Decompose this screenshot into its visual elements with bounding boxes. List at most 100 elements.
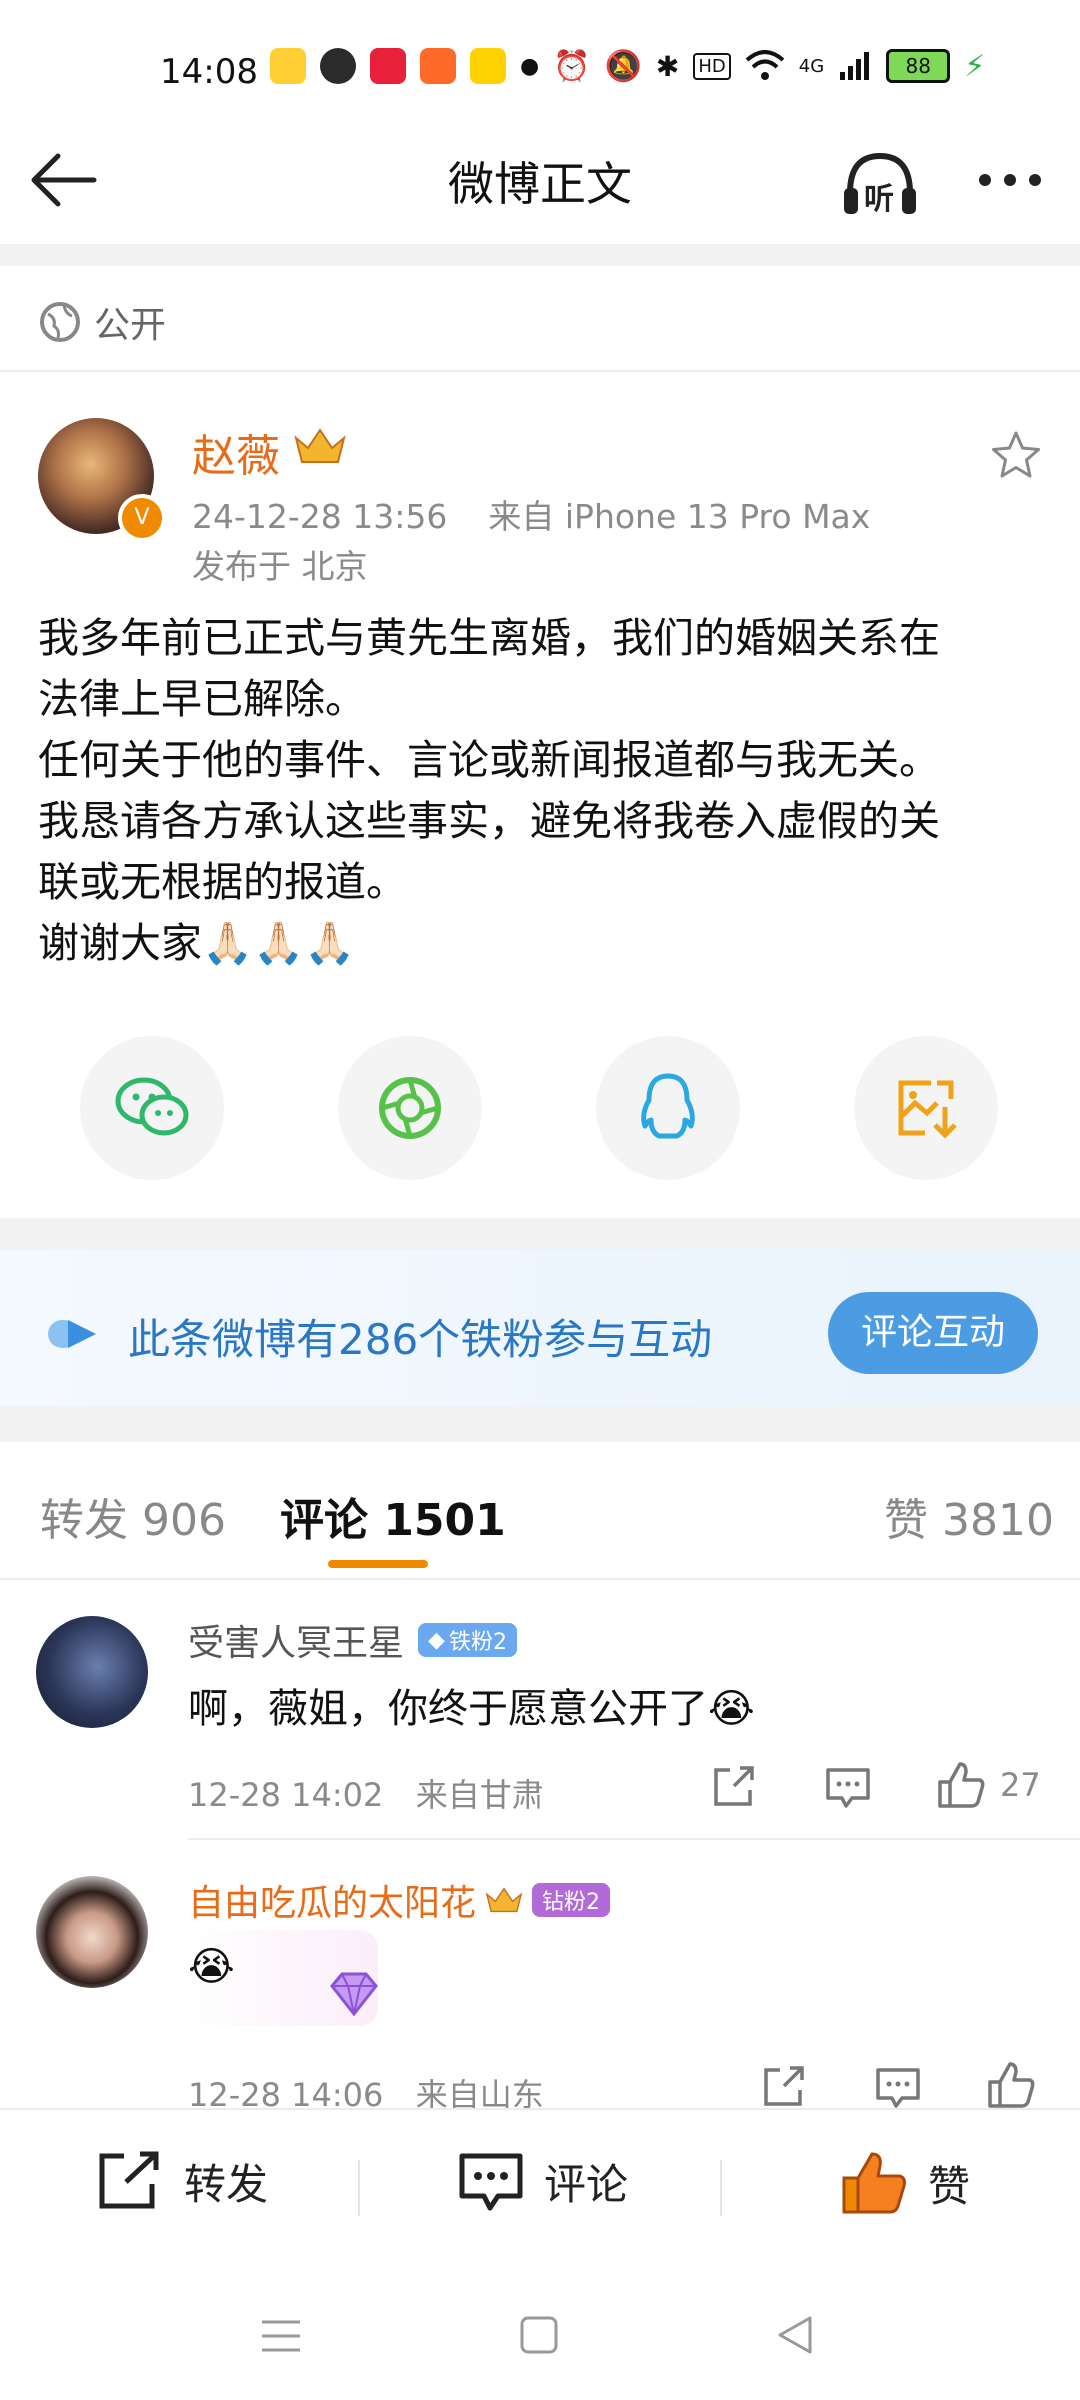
battery-icon: 88 xyxy=(886,49,951,83)
home-square-icon xyxy=(520,2316,558,2354)
star-icon xyxy=(992,431,1040,478)
like-count: 27 xyxy=(1000,1766,1041,1804)
more-dots-icon xyxy=(979,174,1041,186)
comment-like-button[interactable]: 27 xyxy=(936,1760,1041,1810)
comment-share-button[interactable] xyxy=(710,1762,758,1814)
wechat-icon xyxy=(115,1077,189,1136)
tab-active-indicator xyxy=(328,1560,428,1568)
crown-icon xyxy=(294,428,346,463)
verified-badge-icon: V xyxy=(118,494,166,542)
post-location: 发布于 北京 xyxy=(192,547,368,586)
comment-reply-button[interactable] xyxy=(824,1762,872,1814)
save-image-icon xyxy=(898,1080,957,1139)
comment-icon xyxy=(876,2068,920,2108)
charging-icon: ⚡ xyxy=(964,48,986,84)
fan-badge: ◆ 铁粉2 xyxy=(418,1623,517,1657)
bluetooth-icon: ✱ xyxy=(655,49,680,83)
tab-repost[interactable]: 转发 906 xyxy=(40,1484,226,1548)
tab-like[interactable]: 赞 3810 xyxy=(884,1484,1054,1548)
section-separator xyxy=(0,1406,1080,1442)
share-wechat-button[interactable] xyxy=(80,1036,224,1180)
commenter-name[interactable]: 受害人冥王星 xyxy=(188,1614,404,1666)
save-image-button[interactable] xyxy=(854,1036,998,1180)
menu-icon xyxy=(262,2320,300,2352)
listen-button[interactable]: 听 xyxy=(840,148,920,218)
divider xyxy=(0,370,1080,372)
divider xyxy=(720,2160,722,2216)
signal-icon xyxy=(840,52,870,80)
comment-interact-button[interactable]: 评论互动 xyxy=(828,1292,1038,1374)
comment-time: 12-28 14:02 xyxy=(188,1776,384,1814)
post-line: 我多年前已正式与黄先生离婚，我们的婚姻关系在 xyxy=(38,614,940,662)
share-icon xyxy=(714,1766,754,1806)
crown-icon xyxy=(485,1887,523,1913)
comment-meta: 12-28 14:02 来自甘肃 xyxy=(188,1770,544,1816)
commenter-name[interactable]: 自由吃瓜的太阳花 xyxy=(188,1874,476,1926)
listen-label: 听 xyxy=(864,182,894,217)
repost-button[interactable]: 转发 xyxy=(96,2150,268,2212)
wifi-icon xyxy=(745,50,785,80)
back-triangle-icon xyxy=(778,2316,812,2354)
comment-header: 受害人冥王星 ◆ 铁粉2 xyxy=(188,1614,517,1666)
commenter-avatar[interactable] xyxy=(36,1616,148,1728)
share-moments-button[interactable] xyxy=(338,1036,482,1180)
system-back-button[interactable] xyxy=(774,2314,816,2360)
fans-banner-text: 此条微博有286个铁粉参与互动 xyxy=(128,1315,713,1364)
globe-icon xyxy=(40,302,80,342)
post-meta: 24-12-28 13:56 来自 iPhone 13 Pro Max xyxy=(192,490,870,538)
divider xyxy=(358,2160,360,2216)
divider xyxy=(0,1578,1080,1580)
status-bar: 14:08 ● ⏰ 🔕 ✱ HD 4G 88 ⚡ xyxy=(0,0,1080,120)
repost-label: 转发 xyxy=(184,2159,269,2209)
repost-icon xyxy=(99,2151,159,2209)
status-time: 14:08 xyxy=(160,52,258,92)
post-time: 24-12-28 13:56 xyxy=(192,497,448,536)
share-icon xyxy=(764,2066,804,2106)
taobao-icon xyxy=(420,48,456,84)
comment-like-button[interactable] xyxy=(986,2060,1036,2114)
system-home-button[interactable] xyxy=(518,2314,560,2360)
more-button[interactable] xyxy=(975,160,1045,200)
comment-header: 自由吃瓜的太阳花 钻粉2 xyxy=(188,1874,611,1926)
qq-icon xyxy=(641,1073,695,1139)
comment-text: 啊，薇姐，你终于愿意公开了😭 xyxy=(188,1686,755,1732)
meituan-icon xyxy=(470,48,506,84)
network-label: 4G xyxy=(798,55,825,77)
wechat-icon xyxy=(320,48,356,84)
diamond-gift-icon xyxy=(330,1972,378,2017)
nav-separator xyxy=(0,244,1080,266)
post-line: 法律上早已解除。 xyxy=(38,675,366,723)
comment-reply-button[interactable] xyxy=(874,2062,922,2114)
post-line: 谢谢大家🙏🏻🙏🏻🙏🏻 xyxy=(38,919,356,967)
comment-label: 评论 xyxy=(544,2159,629,2209)
system-menu-button[interactable] xyxy=(258,2316,304,2360)
commenter-avatar[interactable] xyxy=(36,1876,148,1988)
comment-icon xyxy=(826,1768,870,1808)
moments-icon xyxy=(379,1077,441,1139)
weibo-icon xyxy=(270,48,306,84)
like-label: 赞 xyxy=(928,2161,971,2211)
fan-badge-label: 铁粉2 xyxy=(448,1630,507,1655)
post-line: 任何关于他的事件、言论或新闻报道都与我无关。 xyxy=(38,736,940,784)
dot-icon: ● xyxy=(520,53,540,79)
xiaohongshu-icon xyxy=(370,48,406,84)
fan-badge-label: 钻粉2 xyxy=(542,1890,601,1915)
divider xyxy=(188,1838,1080,1840)
post-source: 来自 iPhone 13 Pro Max xyxy=(488,497,871,536)
comment-text: 😭 xyxy=(188,1944,235,1990)
post-line: 我恳请各方承认这些事实，避免将我卷入虚假的关 xyxy=(38,797,940,845)
section-separator xyxy=(0,1218,1080,1250)
like-button[interactable]: 赞 xyxy=(840,2150,970,2216)
alarm-icon: ⏰ xyxy=(553,48,591,84)
comment-share-button[interactable] xyxy=(760,2062,808,2114)
tab-comment[interactable]: 评论 1501 xyxy=(280,1484,506,1548)
status-icons: ● ⏰ 🔕 ✱ HD 4G 88 ⚡ xyxy=(270,48,985,84)
share-qq-button[interactable] xyxy=(596,1036,740,1180)
post-line: 联或无根据的报道。 xyxy=(38,858,407,906)
mute-icon: 🔕 xyxy=(604,48,642,84)
favorite-button[interactable] xyxy=(990,430,1042,484)
thumbs-up-icon xyxy=(938,1762,985,1808)
comment-button[interactable]: 评论 xyxy=(456,2150,628,2212)
comment-icon xyxy=(459,2153,523,2211)
author-name[interactable]: 赵薇 xyxy=(192,420,280,484)
